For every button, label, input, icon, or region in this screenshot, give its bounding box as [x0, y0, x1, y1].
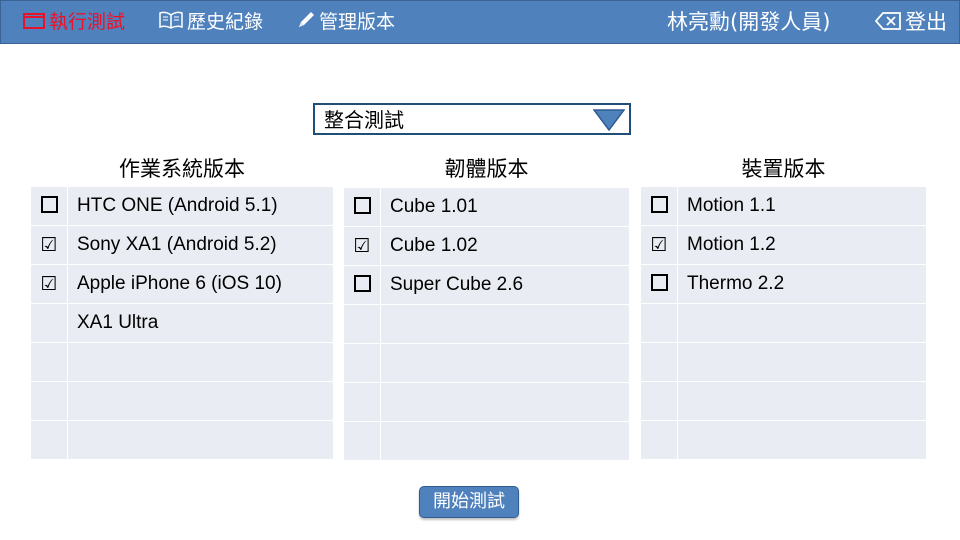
user-name: 林亮勳(開發人員)	[667, 10, 831, 34]
version-row[interactable]: ☑ Sony XA1 (Android 5.2)	[31, 226, 333, 265]
checkbox-checked[interactable]: ☑	[641, 226, 678, 264]
checkbox-unchecked[interactable]	[344, 266, 381, 304]
firmware-version-title: 韌體版本	[444, 157, 529, 181]
nav-history-label: 歷史紀錄	[187, 11, 264, 33]
version-row[interactable]: Thermo 2.2	[641, 265, 926, 304]
nav-manage-versions-label: 管理版本	[319, 11, 396, 33]
checkbox-unchecked[interactable]	[641, 187, 678, 225]
version-row	[31, 421, 333, 460]
checkbox-cell-empty	[31, 382, 68, 420]
top-nav-bar: 執行測試 歷史紀錄 管理版本 林亮勳(開發人員) 登出	[0, 0, 960, 44]
version-row[interactable]: ☑ Motion 1.2	[641, 226, 926, 265]
version-label: Motion 1.2	[687, 234, 776, 255]
device-version-title: 裝置版本	[741, 157, 826, 181]
version-row	[344, 383, 629, 422]
version-row	[641, 304, 926, 343]
logout-icon	[874, 2, 901, 44]
version-row[interactable]: ☑ Apple iPhone 6 (iOS 10)	[31, 265, 333, 304]
checkbox-cell-empty	[641, 304, 678, 342]
window-icon	[23, 2, 45, 44]
version-label: Super Cube 2.6	[390, 274, 524, 295]
logout-label: 登出	[905, 10, 947, 34]
version-row	[344, 305, 629, 344]
version-label: HTC ONE (Android 5.1)	[77, 195, 278, 216]
checkbox-cell-empty	[344, 344, 381, 382]
pencil-icon	[297, 2, 315, 44]
version-row	[344, 344, 629, 383]
checkbox-checked[interactable]: ☑	[344, 227, 381, 265]
version-row	[641, 382, 926, 421]
version-row[interactable]: HTC ONE (Android 5.1)	[31, 187, 333, 226]
version-row[interactable]: Super Cube 2.6	[344, 266, 629, 305]
checkbox-cell-empty	[641, 343, 678, 381]
checkbox-cell-empty	[31, 421, 68, 459]
device-version-list: Motion 1.1 ☑ Motion 1.2 Thermo 2.2	[641, 187, 926, 460]
checkbox-cell-empty	[641, 421, 678, 459]
version-row[interactable]: Motion 1.1	[641, 187, 926, 226]
version-row[interactable]: Cube 1.01	[344, 188, 629, 227]
checkbox-cell-empty	[31, 343, 68, 381]
start-test-button[interactable]: 開始測試	[419, 486, 519, 518]
version-row	[31, 382, 333, 421]
nav-run-test[interactable]: 執行測試	[23, 1, 125, 43]
version-label: Cube 1.01	[390, 196, 478, 217]
book-icon	[159, 2, 183, 44]
checkbox-cell-empty	[641, 382, 678, 420]
nav-run-test-label: 執行測試	[49, 11, 126, 33]
version-label: Sony XA1 (Android 5.2)	[77, 234, 277, 255]
checkbox-unchecked[interactable]	[641, 265, 678, 303]
checkbox-cell-empty	[344, 422, 381, 460]
version-label: Thermo 2.2	[687, 273, 785, 294]
version-row	[641, 343, 926, 382]
nav-manage-versions[interactable]: 管理版本	[297, 1, 395, 43]
version-label: Apple iPhone 6 (iOS 10)	[77, 273, 282, 294]
checkbox-checked[interactable]: ☑	[31, 226, 68, 264]
version-row: XA1 Ultra	[31, 304, 333, 343]
test-type-dropdown[interactable]: 整合測試	[313, 103, 631, 135]
version-row	[641, 421, 926, 460]
checkbox-cell-empty	[344, 305, 381, 343]
test-type-selected: 整合測試	[324, 108, 404, 132]
nav-history[interactable]: 歷史紀錄	[159, 1, 263, 43]
checkbox-cell-empty	[31, 304, 68, 342]
checkbox-cell-empty	[344, 383, 381, 421]
version-row	[31, 343, 333, 382]
os-version-title: 作業系統版本	[119, 157, 245, 181]
version-label: XA1 Ultra	[77, 312, 159, 333]
version-label: Cube 1.02	[390, 235, 478, 256]
version-row	[344, 422, 629, 461]
version-label: Motion 1.1	[687, 195, 776, 216]
version-row[interactable]: ☑ Cube 1.02	[344, 227, 629, 266]
checkbox-checked[interactable]: ☑	[31, 265, 68, 303]
dropdown-arrow-icon[interactable]	[592, 109, 626, 132]
os-version-list: HTC ONE (Android 5.1) ☑ Sony XA1 (Android …	[31, 187, 333, 460]
checkbox-unchecked[interactable]	[31, 187, 68, 225]
checkbox-unchecked[interactable]	[344, 188, 381, 226]
logout-button[interactable]: 登出	[874, 1, 947, 44]
firmware-version-list: Cube 1.01 ☑ Cube 1.02 Super Cube 2.6	[344, 188, 629, 461]
